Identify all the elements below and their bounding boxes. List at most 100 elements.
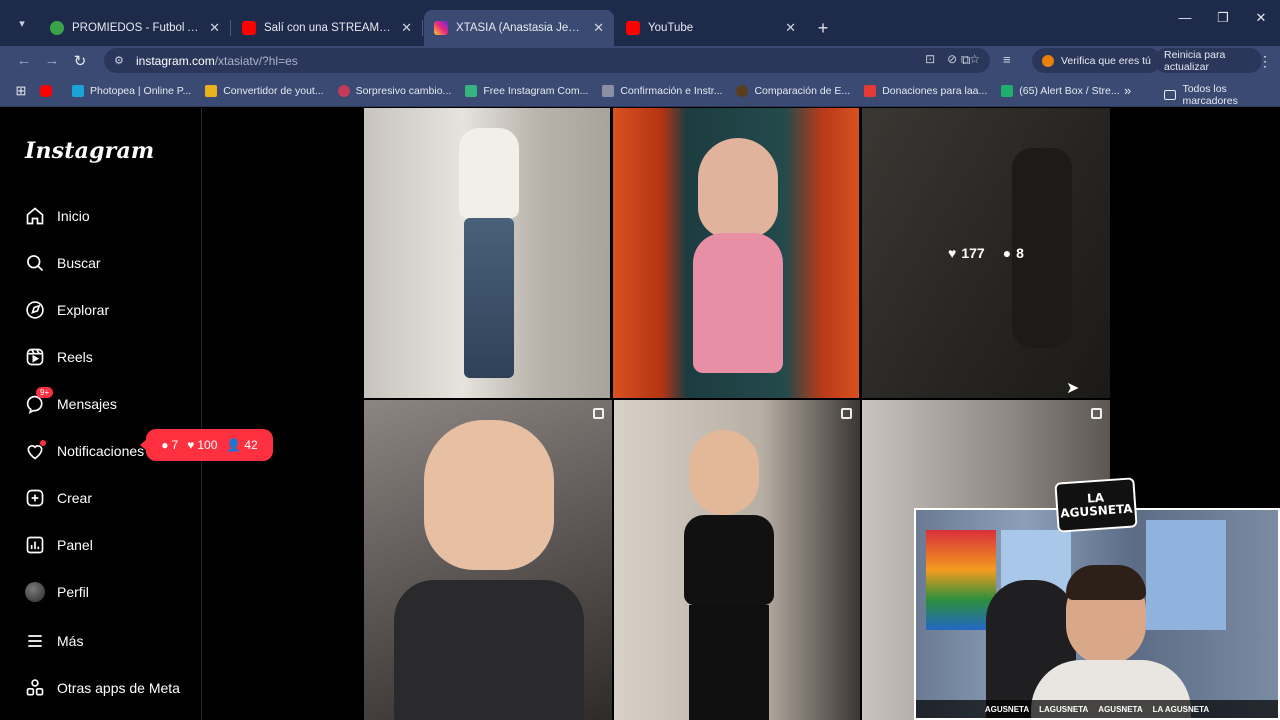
close-icon[interactable]: ✕ bbox=[401, 20, 412, 36]
instagram-favicon bbox=[434, 21, 448, 35]
install-app-icon[interactable]: ⊡ bbox=[925, 52, 935, 66]
forward-icon[interactable]: → bbox=[38, 52, 66, 69]
bookmark-item[interactable]: Confirmación e Instr... bbox=[602, 84, 722, 97]
youtube-icon bbox=[40, 84, 52, 97]
streamer-hair bbox=[1066, 565, 1146, 600]
bookmark-label: Photopea | Online P... bbox=[90, 84, 192, 97]
nav-reels[interactable]: Reels bbox=[24, 344, 93, 370]
folder-icon bbox=[1164, 90, 1177, 100]
comment-icon: ● bbox=[161, 438, 169, 452]
restore-icon[interactable]: ❐ bbox=[1204, 10, 1242, 26]
nav-search[interactable]: Buscar bbox=[24, 250, 101, 276]
bookmark-item[interactable]: Convertidor de yout... bbox=[205, 84, 324, 97]
compass-icon bbox=[24, 299, 46, 321]
bookmark-item[interactable]: (65) Alert Box / Stre... bbox=[1001, 84, 1120, 97]
minimize-icon[interactable]: — bbox=[1166, 10, 1204, 26]
youtube-favicon bbox=[242, 21, 256, 35]
close-icon[interactable]: ✕ bbox=[593, 20, 604, 36]
bookmark-label: Convertidor de yout... bbox=[223, 84, 324, 97]
bookmark-label: Free Instagram Com... bbox=[483, 84, 589, 97]
nav-label: Perfil bbox=[57, 584, 89, 600]
bookmark-item[interactable]: Free Instagram Com... bbox=[465, 84, 589, 97]
post-thumbnail[interactable] bbox=[364, 400, 612, 720]
post-thumbnail[interactable] bbox=[364, 108, 610, 398]
tab-title: PROMIEDOS - Futbol Argentina bbox=[72, 22, 201, 34]
nav-create[interactable]: Crear bbox=[24, 485, 92, 511]
restart-update-button[interactable]: Reinicia para actualizar bbox=[1154, 48, 1262, 73]
person-icon: 👤 bbox=[226, 438, 242, 452]
bookmark-label: Sorpresivo cambio... bbox=[355, 84, 452, 97]
post-thumbnail[interactable] bbox=[613, 108, 859, 398]
instagram-logo[interactable]: Instagram bbox=[25, 138, 154, 164]
heart-icon: ♥ bbox=[187, 438, 195, 452]
bookmark-item[interactable]: Photopea | Online P... bbox=[72, 84, 192, 97]
tab-title: XTASIA (Anastasia Jegorova) (@ bbox=[456, 22, 585, 34]
more-menu-icon[interactable]: ⋮ bbox=[1258, 53, 1272, 70]
post-image bbox=[689, 430, 759, 515]
bookmark-favicon bbox=[465, 84, 478, 97]
tab-youtube-video[interactable]: Salí con una STREAMER LETONA ✕ bbox=[232, 10, 423, 46]
reload-icon[interactable]: ↻ bbox=[66, 52, 94, 70]
verify-button[interactable]: Verifica que eres tú bbox=[1032, 48, 1161, 73]
chevron-right-icon[interactable]: » bbox=[1124, 83, 1131, 98]
nav-home[interactable]: Inicio bbox=[24, 203, 90, 229]
post-image bbox=[698, 138, 778, 238]
likes-stat: ♥ 177 bbox=[948, 245, 985, 261]
bookmark-label: Comparación de E... bbox=[754, 84, 851, 97]
nav-label: Notificaciones bbox=[57, 443, 145, 459]
all-bookmarks-label: Todos los marcadores bbox=[1182, 83, 1238, 107]
close-icon[interactable]: ✕ bbox=[209, 20, 220, 36]
media-icon[interactable]: ≡ bbox=[1003, 52, 1011, 67]
nav-profile[interactable]: Perfil bbox=[24, 579, 89, 605]
extensions-icon[interactable]: ⧉ bbox=[961, 52, 970, 68]
youtube-handle: LA AGUSNETA bbox=[1152, 704, 1210, 714]
star-icon[interactable]: ☆ bbox=[969, 52, 980, 66]
messenger-icon: 9+ bbox=[24, 387, 54, 415]
post-image bbox=[689, 605, 769, 720]
tab-promiedos[interactable]: PROMIEDOS - Futbol Argentina ✕ bbox=[40, 10, 231, 46]
nav-dashboard[interactable]: Panel bbox=[24, 532, 93, 558]
home-icon bbox=[24, 205, 46, 227]
site-info-icon[interactable]: ⚙ bbox=[114, 54, 128, 67]
followers-value: 42 bbox=[244, 438, 258, 452]
nav-notifications[interactable]: Notificaciones bbox=[24, 438, 144, 464]
close-window-icon[interactable]: ✕ bbox=[1242, 10, 1280, 26]
tab-youtube[interactable]: YouTube ✕ bbox=[616, 10, 806, 46]
social-handles-bar: AGUSNETA LAGUSNETA AGUSNETA LA AGUSNETA bbox=[916, 700, 1278, 718]
tab-title: Salí con una STREAMER LETONA bbox=[264, 22, 394, 34]
nav-messages[interactable]: 9+ Mensajes bbox=[24, 387, 117, 417]
bookmark-item[interactable]: Donaciones para laa... bbox=[864, 84, 987, 97]
post-thumbnail[interactable] bbox=[614, 400, 860, 720]
close-icon[interactable]: ✕ bbox=[785, 20, 796, 36]
bookmark-item[interactable]: Comparación de E... bbox=[736, 84, 851, 97]
streamer-logo: LA AGUSNETA bbox=[1054, 477, 1138, 533]
post-image bbox=[459, 128, 519, 218]
bookmark-youtube[interactable] bbox=[40, 84, 58, 97]
nav-label: Crear bbox=[57, 490, 93, 506]
likes-value: 177 bbox=[961, 245, 985, 261]
tab-search-icon[interactable]: ▾ bbox=[12, 14, 32, 34]
nav-meta-apps[interactable]: Otras apps de Meta bbox=[24, 675, 180, 701]
tab-instagram[interactable]: XTASIA (Anastasia Jegorova) (@ ✕ bbox=[424, 10, 614, 46]
bookmark-item[interactable]: Sorpresivo cambio... bbox=[337, 84, 452, 97]
notifications-popup[interactable]: ● 7 ♥ 100 👤 42 bbox=[140, 429, 273, 461]
all-bookmarks-button[interactable]: Todos los marcadores bbox=[1164, 83, 1280, 107]
post-image bbox=[424, 420, 554, 570]
nav-more[interactable]: Más bbox=[24, 628, 83, 654]
promiedos-favicon bbox=[50, 21, 64, 35]
back-icon[interactable]: ← bbox=[10, 52, 38, 69]
unread-badge: 9+ bbox=[36, 387, 54, 398]
apps-grid-icon[interactable]: ⊞ bbox=[6, 83, 36, 99]
youtube-favicon bbox=[626, 21, 640, 35]
carousel-icon bbox=[841, 408, 852, 419]
address-bar[interactable]: ⚙ instagram.com/xtasiatv/?hl=es ⊡ ⊘ ☆ bbox=[104, 48, 990, 73]
mouse-cursor-icon: ➤ bbox=[1066, 380, 1080, 397]
x-handle: LAGUSNETA bbox=[1039, 704, 1089, 714]
post-hover-overlay: ♥ 177 ● 8 bbox=[862, 108, 1110, 398]
new-tab-button[interactable]: + bbox=[808, 10, 838, 46]
post-thumbnail-hovered[interactable]: ♥ 177 ● 8 bbox=[862, 108, 1110, 398]
eye-off-icon[interactable]: ⊘ bbox=[947, 52, 957, 66]
logo-line-2: AGUSNETA bbox=[1059, 501, 1133, 521]
nav-label: Explorar bbox=[57, 302, 110, 318]
nav-explore[interactable]: Explorar bbox=[24, 297, 109, 323]
